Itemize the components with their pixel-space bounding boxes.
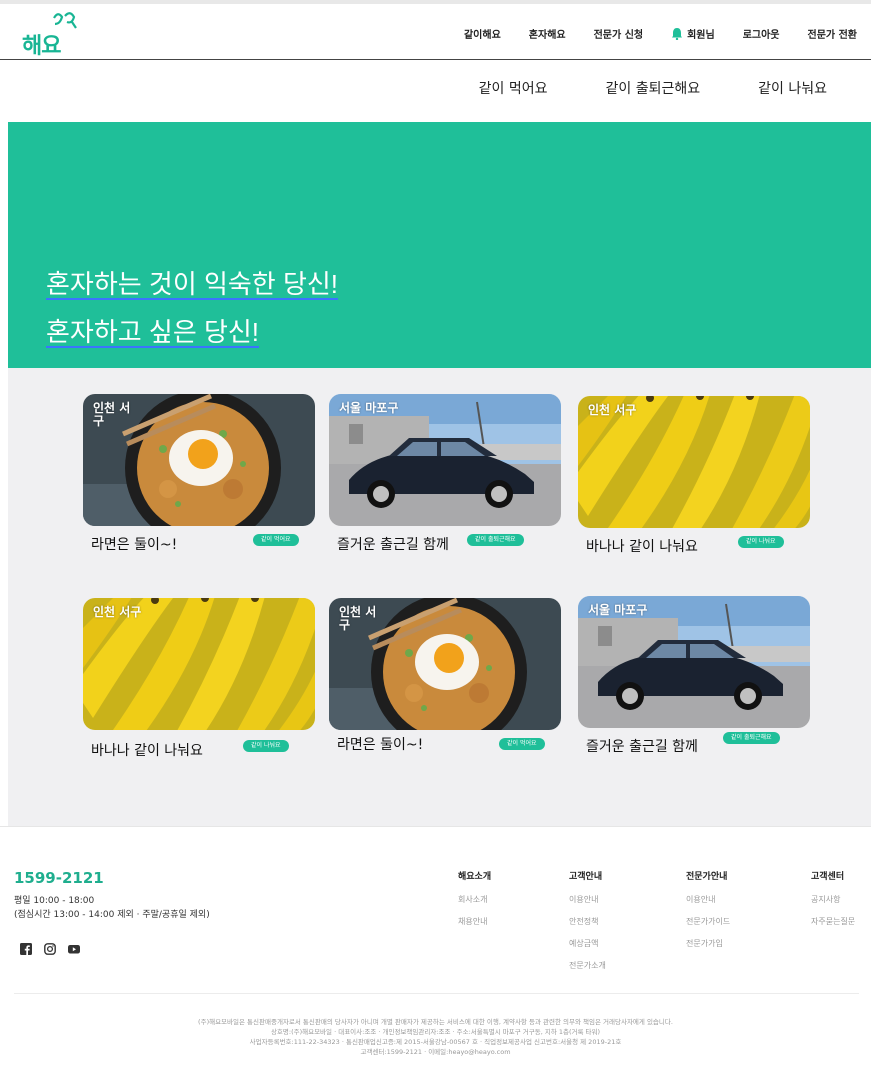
post-card[interactable]: 인천 서구 바나나 같이 나눠요 같이 나눠요 bbox=[83, 598, 315, 759]
footer-link[interactable]: 안전정책 bbox=[569, 916, 606, 927]
legal-line: 고객센터:1599-2121 · 이메일:heayo@heayo.com bbox=[360, 1048, 511, 1056]
facebook-icon[interactable] bbox=[20, 943, 32, 955]
card-category-badge[interactable]: 같이 나눠요 bbox=[243, 740, 289, 752]
card-title[interactable]: 바나나 같이 나눠요 bbox=[91, 740, 203, 760]
card-location: 인천 서구 bbox=[339, 605, 377, 632]
footer-hours: 평일 10:00 - 18:00 bbox=[14, 896, 95, 906]
footer-hours-note: (점심시간 13:00 - 14:00 제외 · 주말/공휴일 제외) bbox=[14, 910, 210, 920]
banana-image[interactable]: 인천 서구 bbox=[578, 396, 810, 528]
social-links bbox=[20, 943, 80, 955]
legal-line: 상호명:(주)해요모바일 · 대표이사:조조 · 개인정보책임관리자:조조 · … bbox=[270, 1028, 601, 1036]
footer-col-customer-guide: 고객안내 이용안내 안전정책 예상금액 전문가소개 bbox=[569, 869, 606, 982]
footer-link[interactable]: 전문가소개 bbox=[569, 960, 606, 971]
logo-text: 해요 bbox=[22, 34, 61, 59]
card-title[interactable]: 라면은 둘이~! bbox=[91, 534, 177, 554]
nav-alone[interactable]: 혼자해요 bbox=[529, 26, 566, 41]
footer-link[interactable]: 전문가가입 bbox=[686, 938, 730, 949]
footer-phone: 1599-2121 bbox=[14, 869, 104, 887]
footer-link[interactable]: 채용안내 bbox=[458, 916, 491, 927]
footer-link[interactable]: 전문가가이드 bbox=[686, 916, 730, 927]
nav-logout[interactable]: 로그아웃 bbox=[743, 26, 780, 41]
legal-line: (주)해요모바일은 통신판매중개자로서 통신판매의 당사자가 아니며 개별 판매… bbox=[198, 1018, 673, 1026]
footer-link[interactable]: 이용안내 bbox=[686, 894, 730, 905]
subnav-share-together[interactable]: 같이 나눠요 bbox=[758, 78, 827, 98]
card-title[interactable]: 바나나 같이 나눠요 bbox=[586, 536, 698, 556]
youtube-icon[interactable] bbox=[68, 943, 80, 955]
hero-headline-2: 혼자하고 싶은 당신! bbox=[46, 317, 260, 347]
car-image[interactable]: 서울 마포구 bbox=[578, 596, 810, 728]
logo[interactable]: 해요 bbox=[20, 12, 90, 59]
nav-member-label: 회원님 bbox=[687, 30, 715, 41]
nav-member[interactable]: 회원님 bbox=[671, 26, 715, 41]
post-grid: 인천 서구 라면은 둘이~! 같이 먹어요 서울 마포구 즐거운 출근길 함께 … bbox=[8, 368, 871, 826]
hero-banner: 혼자하는 것이 익숙한 당신! 혼자하고 싶은 당신! bbox=[8, 122, 871, 368]
footer-link[interactable]: 공지사항 bbox=[811, 894, 855, 905]
footer-link[interactable]: 이용안내 bbox=[569, 894, 606, 905]
card-category-badge[interactable]: 같이 출퇴근해요 bbox=[467, 534, 524, 546]
footer-divider bbox=[14, 993, 859, 994]
footer-col-heading: 해요소개 bbox=[458, 872, 492, 882]
top-header: 해요 같이해요 혼자해요 전문가 신청 회원님 로그아웃 전문가 전환 bbox=[0, 0, 871, 60]
bell-icon bbox=[672, 28, 683, 40]
footer-col-heading: 전문가안내 bbox=[686, 872, 728, 882]
card-category-badge[interactable]: 같이 먹어요 bbox=[499, 738, 545, 750]
footer-col-help-center: 고객센터 공지사항 자주묻는질문 bbox=[811, 869, 855, 938]
post-card[interactable]: 인천 서구 라면은 둘이~! 같이 먹어요 bbox=[83, 394, 315, 553]
card-location: 인천 서구 bbox=[93, 605, 142, 619]
top-nav: 같이해요 혼자해요 전문가 신청 회원님 로그아웃 전문가 전환 bbox=[436, 26, 857, 41]
banana-image[interactable]: 인천 서구 bbox=[83, 598, 315, 730]
ramen-image[interactable]: 인천 서구 bbox=[83, 394, 315, 526]
footer-col-heading: 고객안내 bbox=[569, 872, 603, 882]
site-footer: 1599-2121 평일 10:00 - 18:00 (점심시간 13:00 -… bbox=[0, 826, 871, 1070]
card-location: 서울 마포구 bbox=[588, 603, 648, 617]
card-title[interactable]: 라면은 둘이~! bbox=[337, 734, 423, 754]
legal-line: 사업자등록번호:111-22-34323 · 통신판매업신고증:제 2015-서… bbox=[249, 1038, 622, 1046]
post-card[interactable]: 인천 서구 라면은 둘이~! 같이 먹어요 bbox=[329, 598, 561, 753]
nav-expert-switch[interactable]: 전문가 전환 bbox=[808, 26, 857, 41]
instagram-icon[interactable] bbox=[44, 943, 56, 955]
post-card[interactable]: 서울 마포구 즐거운 출근길 함께 같이 출퇴근해요 bbox=[329, 394, 561, 553]
sub-nav: 같이 먹어요 같이 출퇴근해요 같이 나눠요 bbox=[0, 60, 871, 122]
hero-headline-1: 혼자하는 것이 익숙한 당신! bbox=[46, 269, 339, 299]
footer-legal: (주)해요모바일은 통신판매중개자로서 통신판매의 당사자가 아니며 개별 판매… bbox=[0, 1017, 871, 1057]
car-image[interactable]: 서울 마포구 bbox=[329, 394, 561, 526]
footer-col-about: 해요소개 회사소개 채용안내 bbox=[458, 869, 491, 938]
card-category-badge[interactable]: 같이 나눠요 bbox=[738, 536, 784, 548]
card-title[interactable]: 즐거운 출근길 함께 bbox=[586, 736, 698, 756]
footer-col-heading: 고객센터 bbox=[811, 872, 845, 882]
post-card[interactable]: 서울 마포구 즐거운 출근길 함께 같이 출퇴근해요 bbox=[578, 596, 810, 755]
card-category-badge[interactable]: 같이 먹어요 bbox=[253, 534, 299, 546]
footer-link[interactable]: 회사소개 bbox=[458, 894, 491, 905]
nav-together[interactable]: 같이해요 bbox=[464, 26, 501, 41]
card-location: 인천 서구 bbox=[93, 401, 131, 428]
ramen-image[interactable]: 인천 서구 bbox=[329, 598, 561, 730]
footer-col-expert-guide: 전문가안내 이용안내 전문가가이드 전문가가입 bbox=[686, 869, 730, 960]
post-card[interactable]: 인천 서구 바나나 같이 나눠요 같이 나눠요 bbox=[578, 396, 810, 555]
card-location: 서울 마포구 bbox=[339, 401, 399, 415]
footer-link[interactable]: 자주묻는질문 bbox=[811, 916, 855, 927]
subnav-eat-together[interactable]: 같이 먹어요 bbox=[479, 78, 548, 98]
card-location: 인천 서구 bbox=[588, 403, 637, 417]
nav-expert-apply[interactable]: 전문가 신청 bbox=[594, 26, 643, 41]
subnav-commute-together[interactable]: 같이 출퇴근해요 bbox=[606, 78, 701, 98]
card-title[interactable]: 즐거운 출근길 함께 bbox=[337, 534, 449, 554]
card-category-badge[interactable]: 같이 출퇴근해요 bbox=[723, 732, 780, 744]
footer-link[interactable]: 예상금액 bbox=[569, 938, 606, 949]
